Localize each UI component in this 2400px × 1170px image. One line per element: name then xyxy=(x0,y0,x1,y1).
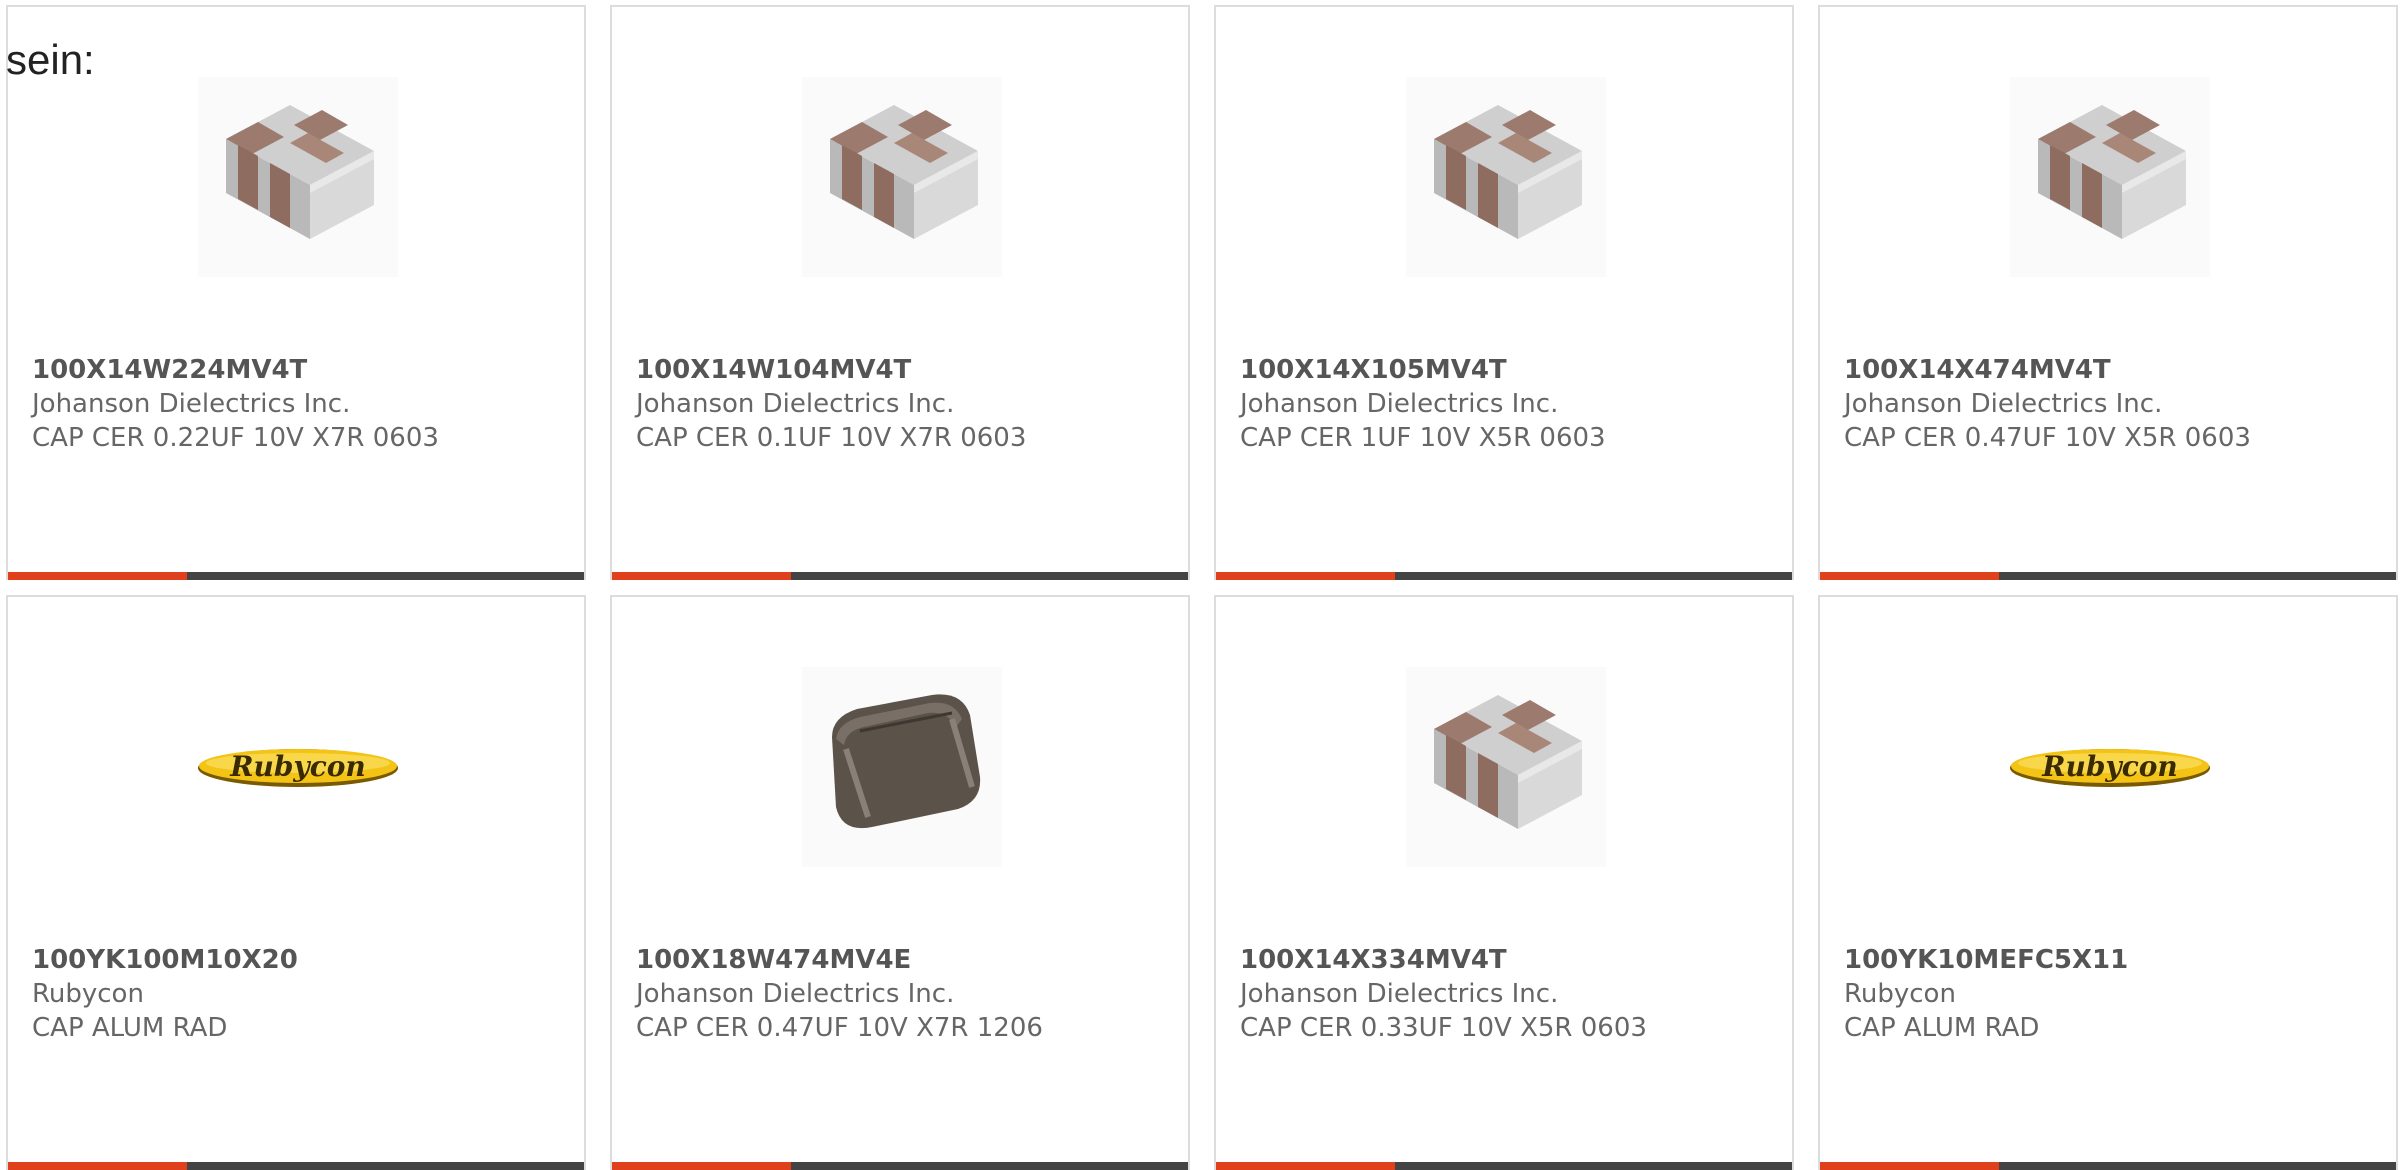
product-image[interactable] xyxy=(2010,77,2210,277)
card-bottom-bar xyxy=(612,572,1188,580)
ceramic-chip-capacitor-icon xyxy=(2010,77,2210,277)
card-bottom-bar xyxy=(1820,1162,2396,1170)
card-accent-bar xyxy=(1216,1162,1395,1170)
manufacturer-name: Johanson Dielectrics Inc. xyxy=(32,389,351,419)
card-accent-bar xyxy=(1820,572,1999,580)
manufacturer-name: Johanson Dielectrics Inc. xyxy=(636,389,955,419)
product-description: CAP ALUM RAD xyxy=(32,1013,228,1043)
part-number[interactable]: 100X14X105MV4T xyxy=(1240,353,1507,387)
card-bottom-bar xyxy=(1216,1162,1792,1170)
product-image[interactable]: Rubycon xyxy=(198,667,398,867)
part-number[interactable]: 100X14X474MV4T xyxy=(1844,353,2111,387)
manufacturer-name: Johanson Dielectrics Inc. xyxy=(636,979,955,1009)
product-description: CAP CER 0.47UF 10V X5R 0603 xyxy=(1844,423,2251,453)
product-description: CAP CER 0.33UF 10V X5R 0603 xyxy=(1240,1013,1647,1043)
card-bottom-bar xyxy=(8,1162,584,1170)
card-bottom-bar xyxy=(1820,572,2396,580)
product-grid: 100X14W224MV4T Johanson Dielectrics Inc.… xyxy=(6,5,2400,1170)
card-bottom-bar xyxy=(612,1162,1188,1170)
product-description: CAP CER 0.22UF 10V X7R 0603 xyxy=(32,423,439,453)
card-accent-bar xyxy=(1820,1162,1999,1170)
ceramic-chip-capacitor-icon xyxy=(1406,667,1606,867)
card-accent-bar xyxy=(8,1162,187,1170)
ceramic-chip-capacitor-icon xyxy=(198,77,398,277)
part-number[interactable]: 100X14X334MV4T xyxy=(1240,943,1507,977)
product-description: CAP CER 1UF 10V X5R 0603 xyxy=(1240,423,1606,453)
product-image[interactable] xyxy=(1406,77,1606,277)
ceramic-chip-capacitor-icon xyxy=(1406,77,1606,277)
manufacturer-name: Johanson Dielectrics Inc. xyxy=(1240,389,1559,419)
product-card[interactable]: 100X18W474MV4E Johanson Dielectrics Inc.… xyxy=(610,595,1190,1170)
product-description: CAP CER 0.1UF 10V X7R 0603 xyxy=(636,423,1027,453)
rubycon-logo: Rubycon xyxy=(198,749,398,787)
manufacturer-name: Rubycon xyxy=(32,979,144,1009)
rubycon-logo: Rubycon xyxy=(2010,749,2210,787)
product-card[interactable]: 100X14W224MV4T Johanson Dielectrics Inc.… xyxy=(6,5,586,580)
svg-text:Rubycon: Rubycon xyxy=(229,750,366,783)
card-accent-bar xyxy=(612,572,791,580)
card-accent-bar xyxy=(612,1162,791,1170)
card-bottom-bar xyxy=(1216,572,1792,580)
product-card[interactable]: 100X14X334MV4T Johanson Dielectrics Inc.… xyxy=(1214,595,1794,1170)
product-card[interactable]: Rubycon 100YK10MEFC5X11 Rubycon CAP ALUM… xyxy=(1818,595,2398,1170)
dark-chip-capacitor-icon xyxy=(802,667,1002,867)
product-image[interactable] xyxy=(198,77,398,277)
manufacturer-name: Johanson Dielectrics Inc. xyxy=(1240,979,1559,1009)
product-image[interactable] xyxy=(802,667,1002,867)
part-number[interactable]: 100YK10MEFC5X11 xyxy=(1844,943,2128,977)
card-accent-bar xyxy=(1216,572,1395,580)
ceramic-chip-capacitor-icon xyxy=(802,77,1002,277)
product-description: CAP ALUM RAD xyxy=(1844,1013,2040,1043)
manufacturer-name: Johanson Dielectrics Inc. xyxy=(1844,389,2163,419)
product-description: CAP CER 0.47UF 10V X7R 1206 xyxy=(636,1013,1043,1043)
product-image[interactable]: Rubycon xyxy=(2010,667,2210,867)
svg-text:Rubycon: Rubycon xyxy=(2041,750,2178,783)
product-card[interactable]: 100X14W104MV4T Johanson Dielectrics Inc.… xyxy=(610,5,1190,580)
card-bottom-bar xyxy=(8,572,584,580)
product-card[interactable]: Rubycon 100YK100M10X20 Rubycon CAP ALUM … xyxy=(6,595,586,1170)
product-image[interactable] xyxy=(802,77,1002,277)
card-accent-bar xyxy=(8,572,187,580)
product-card[interactable]: 100X14X474MV4T Johanson Dielectrics Inc.… xyxy=(1818,5,2398,580)
product-card[interactable]: 100X14X105MV4T Johanson Dielectrics Inc.… xyxy=(1214,5,1794,580)
product-image[interactable] xyxy=(1406,667,1606,867)
part-number[interactable]: 100X18W474MV4E xyxy=(636,943,911,977)
part-number[interactable]: 100X14W104MV4T xyxy=(636,353,911,387)
part-number[interactable]: 100X14W224MV4T xyxy=(32,353,307,387)
intro-text: sein: xyxy=(6,36,95,83)
part-number[interactable]: 100YK100M10X20 xyxy=(32,943,298,977)
manufacturer-name: Rubycon xyxy=(1844,979,1956,1009)
